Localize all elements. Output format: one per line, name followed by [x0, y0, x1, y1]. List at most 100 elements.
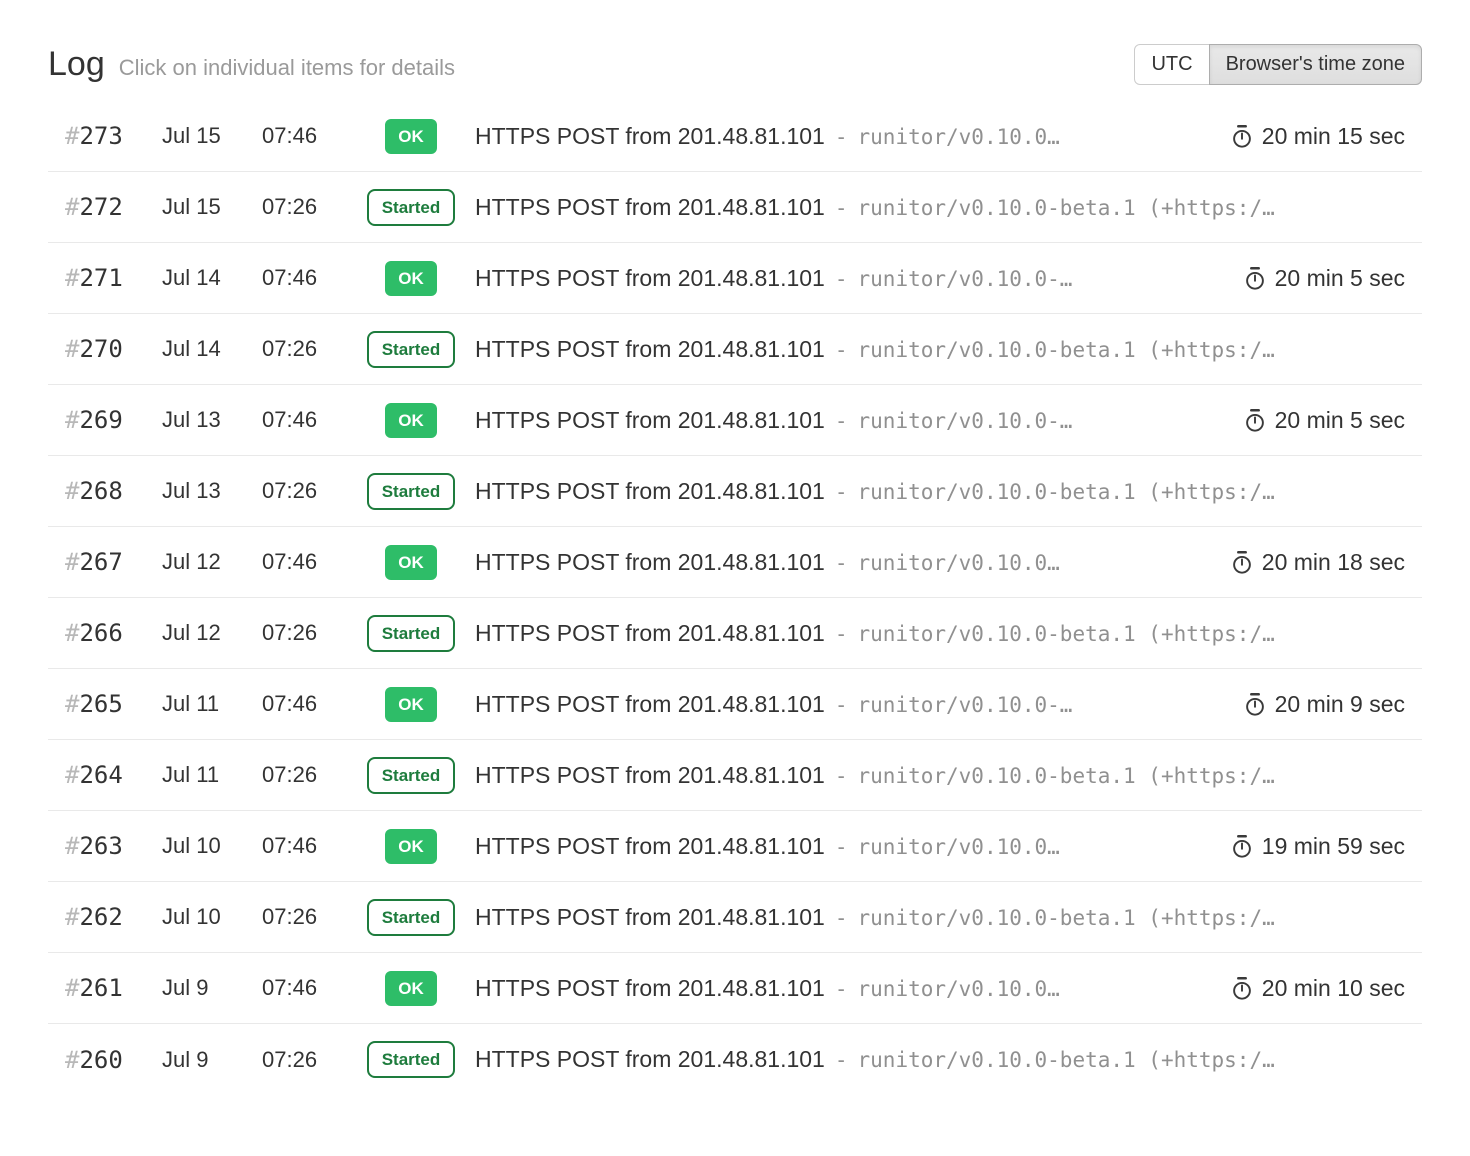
log-row[interactable]: #263 Jul 10 07:46 OK HTTPS POST from 201…	[48, 811, 1422, 882]
status-badge-cell: Started	[347, 331, 475, 368]
browser-timezone-button[interactable]: Browser's time zone	[1209, 44, 1422, 85]
check-number: #273	[65, 122, 162, 150]
event-message: HTTPS POST from 201.48.81.101	[475, 265, 825, 292]
log-row[interactable]: #271 Jul 14 07:46 OK HTTPS POST from 201…	[48, 243, 1422, 314]
separator-dash: -	[835, 835, 848, 859]
log-row[interactable]: #262 Jul 10 07:26 Started HTTPS POST fro…	[48, 882, 1422, 953]
separator-dash: -	[835, 977, 848, 1001]
status-badge-cell: Started	[347, 1041, 475, 1078]
event-time: 07:26	[262, 194, 347, 220]
status-badge-cell: Started	[347, 189, 475, 226]
event-time: 07:46	[262, 691, 347, 717]
event-duration: 20 min 5 sec	[1244, 407, 1405, 434]
status-badge: OK	[385, 261, 437, 296]
event-message: HTTPS POST from 201.48.81.101	[475, 478, 825, 505]
event-message: HTTPS POST from 201.48.81.101	[475, 549, 825, 576]
event-date: Jul 10	[162, 833, 262, 859]
separator-dash: -	[835, 906, 848, 930]
log-row[interactable]: #273 Jul 15 07:46 OK HTTPS POST from 201…	[48, 101, 1422, 172]
user-agent-remark: runitor/v0.10.0-beta.1 (+https:/…	[858, 622, 1275, 646]
log-row[interactable]: #261 Jul 9 07:46 OK HTTPS POST from 201.…	[48, 953, 1422, 1024]
event-date: Jul 11	[162, 691, 262, 717]
event-date: Jul 15	[162, 194, 262, 220]
page-header: Log Click on individual items for detail…	[48, 44, 1422, 85]
stopwatch-icon	[1244, 266, 1266, 291]
duration-text: 20 min 10 sec	[1262, 975, 1405, 1002]
check-number-value: 268	[79, 477, 122, 505]
stopwatch-icon	[1244, 692, 1266, 717]
event-time: 07:26	[262, 336, 347, 362]
separator-dash: -	[835, 1048, 848, 1072]
log-row[interactable]: #260 Jul 9 07:26 Started HTTPS POST from…	[48, 1024, 1422, 1095]
hash-prefix: #	[65, 690, 79, 718]
log-row[interactable]: #269 Jul 13 07:46 OK HTTPS POST from 201…	[48, 385, 1422, 456]
duration-text: 20 min 15 sec	[1262, 123, 1405, 150]
status-badge: OK	[385, 119, 437, 154]
log-row[interactable]: #270 Jul 14 07:26 Started HTTPS POST fro…	[48, 314, 1422, 385]
check-number-value: 270	[79, 335, 122, 363]
separator-dash: -	[835, 409, 848, 433]
log-row[interactable]: #272 Jul 15 07:26 Started HTTPS POST fro…	[48, 172, 1422, 243]
hash-prefix: #	[65, 903, 79, 931]
check-number: #261	[65, 974, 162, 1002]
check-number: #265	[65, 690, 162, 718]
check-number-value: 273	[79, 122, 122, 150]
status-badge-cell: OK	[347, 261, 475, 296]
check-number-value: 272	[79, 193, 122, 221]
event-description: HTTPS POST from 201.48.81.101-runitor/v0…	[475, 620, 1405, 647]
user-agent-remark: runitor/v0.10.0…	[858, 977, 1060, 1001]
event-time: 07:26	[262, 1047, 347, 1073]
event-description: HTTPS POST from 201.48.81.101-runitor/v0…	[475, 975, 1231, 1002]
event-date: Jul 10	[162, 904, 262, 930]
event-description: HTTPS POST from 201.48.81.101-runitor/v0…	[475, 833, 1231, 860]
stopwatch-icon	[1244, 408, 1266, 433]
event-duration: 20 min 5 sec	[1244, 265, 1405, 292]
log-row[interactable]: #264 Jul 11 07:26 Started HTTPS POST fro…	[48, 740, 1422, 811]
hash-prefix: #	[65, 477, 79, 505]
hash-prefix: #	[65, 1046, 79, 1074]
event-time: 07:46	[262, 123, 347, 149]
event-duration: 20 min 10 sec	[1231, 975, 1405, 1002]
status-badge-cell: OK	[347, 971, 475, 1006]
event-time: 07:46	[262, 833, 347, 859]
check-number-value: 265	[79, 690, 122, 718]
event-message: HTTPS POST from 201.48.81.101	[475, 336, 825, 363]
event-description: HTTPS POST from 201.48.81.101-runitor/v0…	[475, 691, 1244, 718]
title-group: Log Click on individual items for detail…	[48, 45, 455, 84]
user-agent-remark: runitor/v0.10.0-…	[858, 693, 1073, 717]
stopwatch-icon	[1231, 976, 1253, 1001]
event-description: HTTPS POST from 201.48.81.101-runitor/v0…	[475, 336, 1405, 363]
check-number: #272	[65, 193, 162, 221]
event-date: Jul 15	[162, 123, 262, 149]
log-row[interactable]: #265 Jul 11 07:46 OK HTTPS POST from 201…	[48, 669, 1422, 740]
event-description: HTTPS POST from 201.48.81.101-runitor/v0…	[475, 549, 1231, 576]
event-description: HTTPS POST from 201.48.81.101-runitor/v0…	[475, 762, 1405, 789]
event-duration: 20 min 9 sec	[1244, 691, 1405, 718]
check-number: #260	[65, 1046, 162, 1074]
event-date: Jul 9	[162, 975, 262, 1001]
event-message: HTTPS POST from 201.48.81.101	[475, 833, 825, 860]
event-message: HTTPS POST from 201.48.81.101	[475, 762, 825, 789]
status-badge: OK	[385, 545, 437, 580]
hash-prefix: #	[65, 122, 79, 150]
event-time: 07:46	[262, 975, 347, 1001]
status-badge: OK	[385, 687, 437, 722]
user-agent-remark: runitor/v0.10.0…	[858, 835, 1060, 859]
log-row[interactable]: #267 Jul 12 07:46 OK HTTPS POST from 201…	[48, 527, 1422, 598]
hash-prefix: #	[65, 193, 79, 221]
check-number-value: 263	[79, 832, 122, 860]
event-duration: 20 min 18 sec	[1231, 549, 1405, 576]
user-agent-remark: runitor/v0.10.0-beta.1 (+https:/…	[858, 906, 1275, 930]
log-row[interactable]: #268 Jul 13 07:26 Started HTTPS POST fro…	[48, 456, 1422, 527]
status-badge-cell: OK	[347, 403, 475, 438]
event-duration: 20 min 15 sec	[1231, 123, 1405, 150]
user-agent-remark: runitor/v0.10.0-beta.1 (+https:/…	[858, 338, 1275, 362]
utc-button[interactable]: UTC	[1134, 44, 1209, 85]
page-subtitle: Click on individual items for details	[119, 55, 455, 81]
event-time: 07:46	[262, 407, 347, 433]
log-row[interactable]: #266 Jul 12 07:26 Started HTTPS POST fro…	[48, 598, 1422, 669]
user-agent-remark: runitor/v0.10.0…	[858, 551, 1060, 575]
event-description: HTTPS POST from 201.48.81.101-runitor/v0…	[475, 904, 1405, 931]
event-message: HTTPS POST from 201.48.81.101	[475, 975, 825, 1002]
separator-dash: -	[835, 125, 848, 149]
